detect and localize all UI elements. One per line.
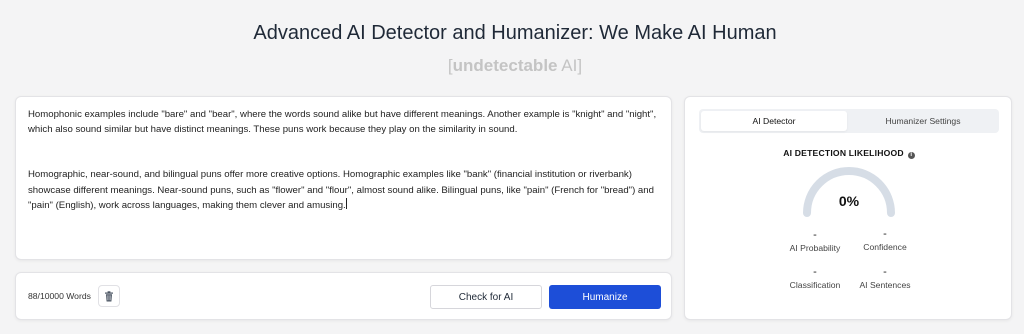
confidence-label: Confidence — [863, 242, 907, 252]
info-icon[interactable]: i — [907, 152, 915, 159]
trash-icon — [105, 290, 113, 301]
confidence-value: - — [883, 228, 887, 240]
editor-paragraph-2-text: Homographic, near-sound, and bilingual p… — [28, 169, 654, 211]
humanize-button[interactable]: Humanize — [549, 285, 661, 309]
detection-likelihood-heading: AI DETECTION LIKELIHOOD i — [685, 148, 1013, 159]
page-title: Advanced AI Detector and Humanizer: We M… — [253, 22, 777, 44]
action-bar: 88/10000 Words Check for AI Humanize — [15, 272, 672, 320]
tab-ai-detector[interactable]: AI Detector — [701, 111, 847, 131]
gauge-value: 0% — [838, 193, 860, 209]
metric-ai-sentences: - AI Sentences — [835, 266, 935, 290]
word-count: 88/10000 Words — [28, 291, 91, 301]
ai-probability-label: AI Probability — [789, 243, 841, 253]
brand-name-part-a: undetectable — [452, 56, 558, 75]
check-for-ai-button[interactable]: Check for AI — [430, 285, 542, 309]
text-editor[interactable]: Homophonic examples include "bare" and "… — [15, 96, 672, 260]
editor-paragraph-1: Homophonic examples include "bare" and "… — [28, 109, 657, 136]
detector-tabs: AI Detector Humanizer Settings — [699, 109, 999, 133]
brand-name-part-b: AI — [557, 56, 578, 75]
detection-likelihood-label: AI DETECTION LIKELIHOOD — [783, 148, 904, 158]
text-cursor — [345, 197, 347, 209]
ai-sentences-label: AI Sentences — [859, 280, 911, 290]
detector-panel: AI Detector Humanizer Settings AI DETECT… — [684, 96, 1012, 320]
editor-paragraph-2: Homographic, near-sound, and bilingual p… — [28, 167, 658, 213]
tab-humanizer-settings[interactable]: Humanizer Settings — [849, 111, 997, 131]
brand-bracket-close: ] — [577, 56, 583, 75]
editor-content[interactable]: Homophonic examples include "bare" and "… — [28, 107, 658, 243]
clear-text-button[interactable] — [98, 285, 120, 307]
ai-sentences-value: - — [883, 266, 887, 278]
classification-label: Classification — [789, 280, 841, 290]
metric-confidence: - Confidence — [835, 228, 935, 252]
brand-subtitle: [undetectable AI] — [0, 56, 1024, 76]
